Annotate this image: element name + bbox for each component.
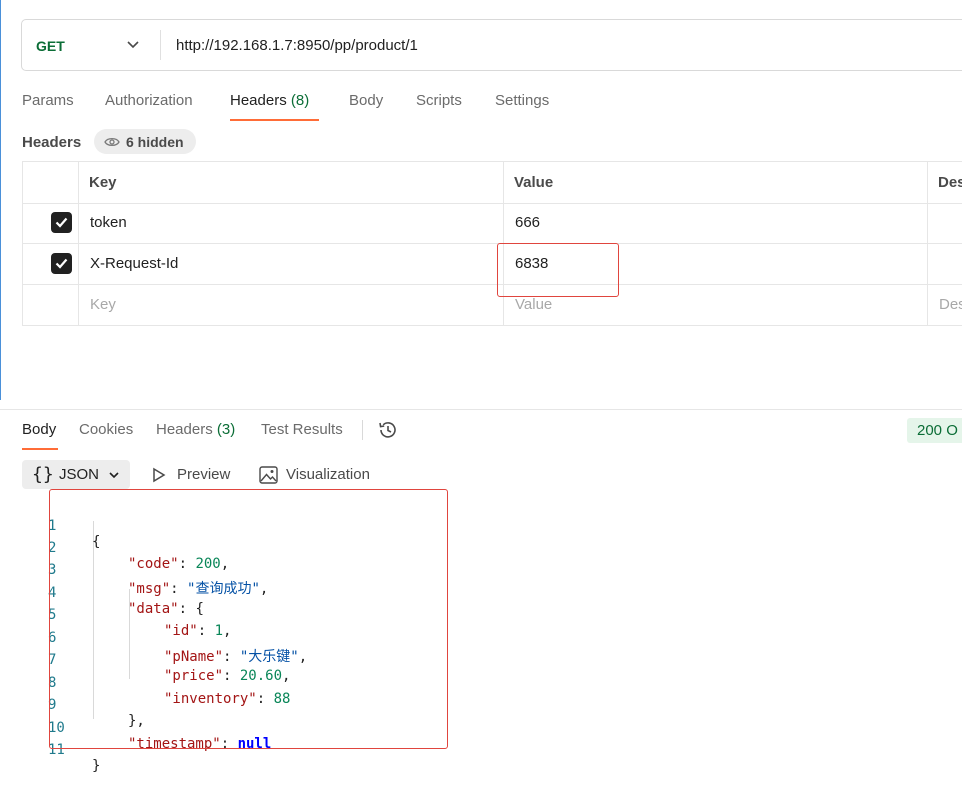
format-label: JSON <box>59 466 100 483</box>
eye-icon <box>104 137 120 146</box>
braces-icon: {} <box>32 464 54 485</box>
column-value: Value <box>514 174 554 191</box>
active-tab-indicator <box>230 119 319 121</box>
column-description: Des <box>938 174 962 191</box>
row-checkbox[interactable] <box>51 253 72 274</box>
tab-headers-count: (8) <box>290 92 310 109</box>
hidden-headers-toggle[interactable]: 6 hidden <box>94 129 196 154</box>
response-tab-headers[interactable]: Headers (3) <box>156 421 235 438</box>
table-divider <box>78 161 79 326</box>
value-placeholder[interactable]: Value <box>515 296 552 313</box>
headers-section-title: Headers <box>22 134 82 151</box>
key-placeholder[interactable]: Key <box>90 296 116 313</box>
response-tab-headers-label: Headers <box>156 421 213 438</box>
tab-headers[interactable]: Headers (8) <box>230 92 309 109</box>
url-separator <box>160 30 161 60</box>
tab-settings[interactable]: Settings <box>495 92 549 109</box>
check-icon <box>55 217 68 228</box>
table-row-placeholder: Key Value Des <box>22 284 962 326</box>
visualization-button[interactable]: Visualization <box>286 466 370 483</box>
header-key[interactable]: X-Request-Id <box>90 255 178 272</box>
response-tab-headers-count: (3) <box>216 421 236 438</box>
hidden-headers-label: 6 hidden <box>126 133 184 150</box>
response-divider <box>0 409 962 410</box>
description-placeholder[interactable]: Des <box>939 296 962 313</box>
preview-button[interactable]: Preview <box>177 466 230 483</box>
response-tab-body[interactable]: Body <box>22 421 56 438</box>
header-key[interactable]: token <box>90 214 127 231</box>
response-tab-cookies[interactable]: Cookies <box>79 421 133 438</box>
check-icon <box>55 258 68 269</box>
response-tab-separator <box>362 420 363 440</box>
row-checkbox[interactable] <box>51 212 72 233</box>
table-border <box>22 161 23 326</box>
active-response-tab-indicator <box>22 448 58 450</box>
highlight-box <box>497 243 619 297</box>
table-row: token 666 <box>22 202 962 244</box>
format-select[interactable]: {} JSON <box>22 460 130 489</box>
window-edge-accent <box>0 0 1 400</box>
method-select[interactable]: GET <box>36 38 65 54</box>
table-row: X-Request-Id 6838 <box>22 243 962 285</box>
tab-body[interactable]: Body <box>349 92 383 109</box>
header-value[interactable]: 666 <box>515 214 540 231</box>
code-text: } <box>92 758 101 774</box>
chevron-down-icon[interactable] <box>126 37 140 51</box>
table-header-row: Key Value Des <box>22 161 962 204</box>
image-icon[interactable] <box>259 466 278 484</box>
table-divider <box>927 161 928 326</box>
highlight-box <box>49 489 448 749</box>
response-tab-test-results[interactable]: Test Results <box>261 421 343 438</box>
tab-scripts[interactable]: Scripts <box>416 92 462 109</box>
tab-authorization[interactable]: Authorization <box>105 92 193 109</box>
url-input[interactable]: http://192.168.1.7:8950/pp/product/1 <box>176 37 418 54</box>
play-icon[interactable] <box>152 467 166 483</box>
url-bar[interactable]: GET http://192.168.1.7:8950/pp/product/1 <box>21 19 962 71</box>
tab-params[interactable]: Params <box>22 92 74 109</box>
status-badge[interactable]: 200 O <box>907 418 962 443</box>
chevron-down-icon <box>109 472 119 479</box>
history-icon[interactable] <box>377 419 399 441</box>
tab-headers-label: Headers <box>230 92 287 109</box>
column-key: Key <box>89 174 117 191</box>
